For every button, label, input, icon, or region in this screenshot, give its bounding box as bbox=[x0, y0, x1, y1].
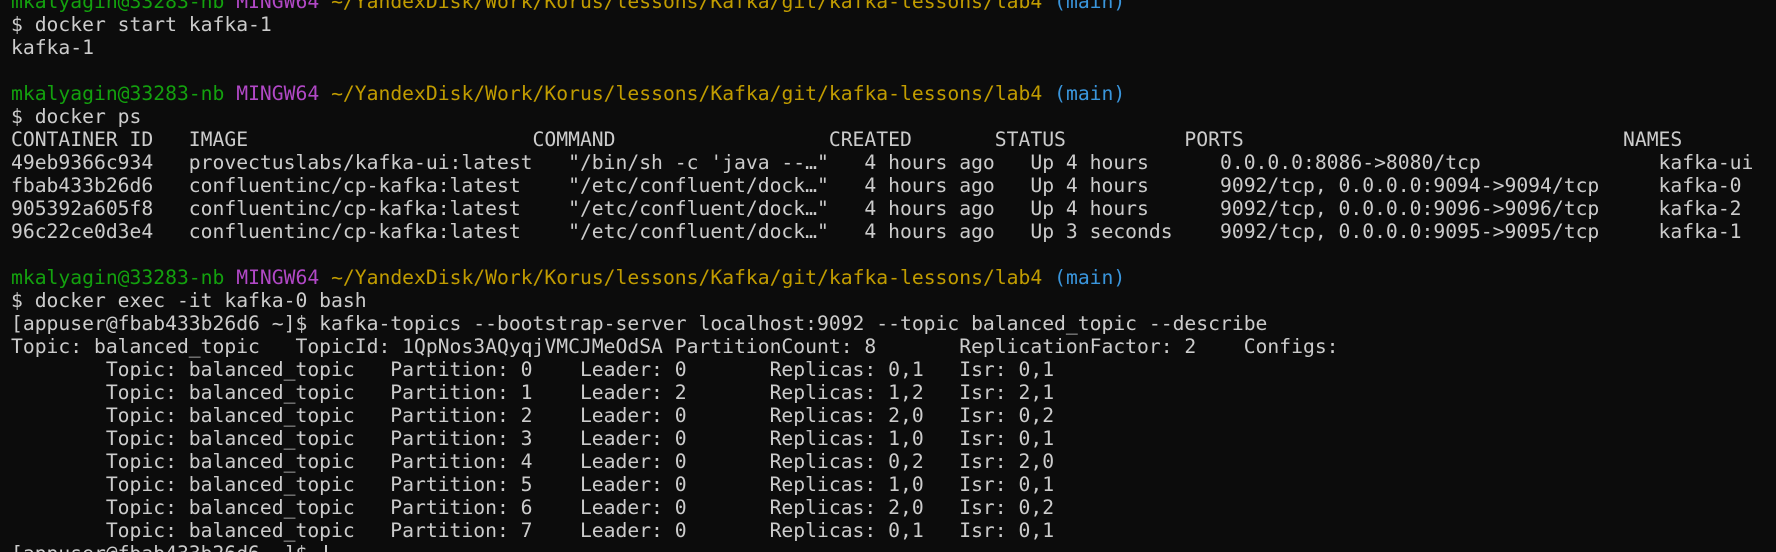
output-line: 49eb9366c934 provectuslabs/kafka-ui:late… bbox=[11, 151, 1776, 174]
line-text: Topic: balanced_topic Partition: 2 Leade… bbox=[11, 404, 1055, 427]
output-line: Topic: balanced_topic Partition: 1 Leade… bbox=[11, 381, 1776, 404]
output-line: Topic: balanced_topic Partition: 2 Leade… bbox=[11, 404, 1776, 427]
line-text: $ docker start kafka-1 bbox=[11, 13, 272, 36]
prompt-branch: (main) bbox=[1054, 266, 1126, 289]
output-line: $ docker exec -it kafka-0 bash bbox=[11, 289, 1776, 312]
line-text: Topic: balanced_topic Partition: 1 Leade… bbox=[11, 381, 1055, 404]
prompt-user: mkalyagin@33283-nb bbox=[11, 0, 225, 13]
output-line: Topic: balanced_topic Partition: 4 Leade… bbox=[11, 450, 1776, 473]
line-text: fbab433b26d6 confluentinc/cp-kafka:lates… bbox=[11, 174, 1742, 197]
line-text: kafka-1 bbox=[11, 36, 94, 59]
line-text: Topic: balanced_topic Partition: 3 Leade… bbox=[11, 427, 1055, 450]
output-line: 905392a605f8 confluentinc/cp-kafka:lates… bbox=[11, 197, 1776, 220]
line-text: Topic: balanced_topic Partition: 4 Leade… bbox=[11, 450, 1055, 473]
line-text: [appuser@fbab433b26d6 ~]$ kafka-topics -… bbox=[11, 312, 1268, 335]
line-text: 96c22ce0d3e4 confluentinc/cp-kafka:lates… bbox=[11, 220, 1742, 243]
line-text: Topic: balanced_topic Partition: 7 Leade… bbox=[11, 519, 1055, 542]
output-line: 96c22ce0d3e4 confluentinc/cp-kafka:lates… bbox=[11, 220, 1776, 243]
prompt-path: ~/YandexDisk/Work/Korus/lessons/Kafka/gi… bbox=[331, 82, 1043, 105]
shell-prompt-line: mkalyagin@33283-nb MINGW64 ~/YandexDisk/… bbox=[11, 82, 1776, 105]
output-line: Topic: balanced_topic Partition: 7 Leade… bbox=[11, 519, 1776, 542]
line-text: Topic: balanced_topic Partition: 5 Leade… bbox=[11, 473, 1055, 496]
terminal-output[interactable]: mkalyagin@33283-nb MINGW64 ~/YandexDisk/… bbox=[0, 0, 1776, 552]
prompt-path: ~/YandexDisk/Work/Korus/lessons/Kafka/gi… bbox=[331, 266, 1043, 289]
output-line: Topic: balanced_topic Partition: 5 Leade… bbox=[11, 473, 1776, 496]
line-text: 905392a605f8 confluentinc/cp-kafka:lates… bbox=[11, 197, 1742, 220]
prompt-system: MINGW64 bbox=[236, 82, 320, 105]
output-line: [appuser@fbab433b26d6 ~]$ kafka-topics -… bbox=[11, 312, 1776, 335]
line-text: $ docker ps bbox=[11, 105, 142, 128]
prompt-user: mkalyagin@33283-nb bbox=[11, 266, 225, 289]
output-line: fbab433b26d6 confluentinc/cp-kafka:lates… bbox=[11, 174, 1776, 197]
prompt-system: MINGW64 bbox=[236, 266, 320, 289]
line-text: 49eb9366c934 provectuslabs/kafka-ui:late… bbox=[11, 151, 1754, 174]
shell-prompt-line: mkalyagin@33283-nb MINGW64 ~/YandexDisk/… bbox=[11, 266, 1776, 289]
line-text: Topic: balanced_topic Partition: 6 Leade… bbox=[11, 496, 1055, 519]
prompt-system: MINGW64 bbox=[236, 0, 320, 13]
prompt-user: mkalyagin@33283-nb bbox=[11, 82, 225, 105]
prompt-branch: (main) bbox=[1054, 0, 1126, 13]
prompt-path: ~/YandexDisk/Work/Korus/lessons/Kafka/gi… bbox=[331, 0, 1043, 13]
output-line: $ docker start kafka-1 bbox=[11, 13, 1776, 36]
text-cursor bbox=[325, 545, 328, 552]
output-line: Topic: balanced_topic Partition: 0 Leade… bbox=[11, 358, 1776, 381]
current-input-line: [appuser@fbab433b26d6 ~]$ bbox=[11, 542, 1776, 552]
line-text: Topic: balanced_topic Partition: 0 Leade… bbox=[11, 358, 1055, 381]
line-text: CONTAINER ID IMAGE COMMAND CREATED STATU… bbox=[11, 128, 1683, 151]
prompt-branch: (main) bbox=[1054, 82, 1126, 105]
line-text: [appuser@fbab433b26d6 ~]$ bbox=[11, 542, 319, 552]
output-line: Topic: balanced_topic TopicId: 1QpNos3AQ… bbox=[11, 335, 1776, 358]
shell-prompt-line: mkalyagin@33283-nb MINGW64 ~/YandexDisk/… bbox=[11, 0, 1776, 13]
line-text: $ docker exec -it kafka-0 bash bbox=[11, 289, 367, 312]
output-line: $ docker ps bbox=[11, 105, 1776, 128]
output-line: Topic: balanced_topic Partition: 3 Leade… bbox=[11, 427, 1776, 450]
output-line: kafka-1 bbox=[11, 36, 1776, 59]
output-line: CONTAINER ID IMAGE COMMAND CREATED STATU… bbox=[11, 128, 1776, 151]
output-line: Topic: balanced_topic Partition: 6 Leade… bbox=[11, 496, 1776, 519]
line-text: Topic: balanced_topic TopicId: 1QpNos3AQ… bbox=[11, 335, 1339, 358]
